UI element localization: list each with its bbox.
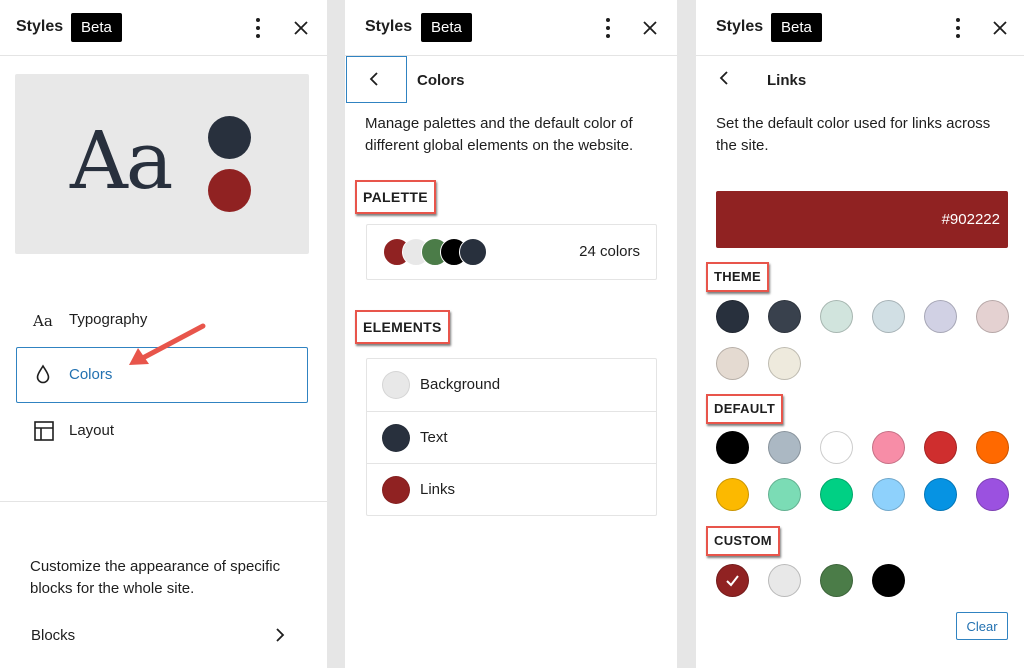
default-heading: DEFAULT [706,394,784,424]
layout-icon [32,419,56,443]
color-swatch-option[interactable] [976,300,1009,333]
back-button[interactable] [346,56,407,103]
links-description: Set the default color used for links acr… [716,115,991,154]
color-swatch-option[interactable] [872,478,905,511]
beta-badge: Beta [71,13,122,42]
color-swatch-option[interactable] [924,478,957,511]
close-icon[interactable] [639,17,661,39]
blocks-description: Customize the appearance of specific blo… [30,558,281,597]
svg-text:Aa: Aa [32,312,53,330]
nav-item-typography[interactable]: Aa Typography [16,292,308,348]
color-swatch-option[interactable] [716,347,749,380]
color-swatch [382,424,410,452]
preview-color-dot [208,116,251,159]
styles-panel-colors: Styles Beta Colors Manage palettes and t… [345,0,677,668]
panel-header: Styles Beta [696,0,1024,56]
typography-icon: Aa [32,308,56,332]
color-swatch-option[interactable] [872,564,905,597]
color-swatch [382,476,410,504]
colors-description: Manage palettes and the default color of… [365,115,634,154]
blocks-nav-item[interactable]: Blocks [16,618,306,654]
color-swatch-option[interactable] [872,300,905,333]
color-swatch-option[interactable] [768,478,801,511]
color-swatch-option[interactable] [872,431,905,464]
current-color-hex: #902222 [941,211,1000,228]
chevron-right-icon [272,626,288,644]
color-swatch-option[interactable] [716,431,749,464]
element-item-background[interactable]: Background [367,359,656,411]
palette-swatch [459,238,487,266]
checkmark-icon [726,575,739,587]
nav-item-label: Colors [69,366,113,383]
beta-badge: Beta [771,13,822,42]
more-options-icon[interactable] [953,16,963,40]
color-swatch-option[interactable] [820,478,853,511]
palette-count: 24 colors [579,243,640,260]
color-swatch-option[interactable] [820,564,853,597]
color-swatch [382,371,410,399]
styles-panel-links: Styles Beta Links Set the default color … [696,0,1024,668]
chevron-left-icon [719,71,728,85]
droplet-icon [31,362,55,386]
preview-color-dot [208,169,251,212]
chevron-left-icon [369,72,378,86]
preview-typography-sample: Aa [70,114,173,207]
color-swatch-option[interactable] [716,300,749,333]
color-swatch-option[interactable] [716,564,749,597]
section-title: Colors [417,72,465,89]
nav-item-colors[interactable]: Colors [16,347,308,403]
element-label: Text [420,429,448,446]
color-swatch-option[interactable] [976,431,1009,464]
elements-list: Background Text Links [366,358,657,516]
beta-badge: Beta [421,13,472,42]
section-title: Links [767,72,807,89]
nav-item-label: Typography [69,311,148,328]
color-swatch-option[interactable] [976,478,1009,511]
element-label: Background [420,376,501,393]
nav-item-layout[interactable]: Layout [16,403,308,459]
color-swatch-option[interactable] [768,347,801,380]
styles-panel-main: Styles Beta Aa Aa Typography Colors Layo… [0,0,327,668]
color-swatch-option[interactable] [716,478,749,511]
divider [0,501,327,502]
color-swatch-option[interactable] [768,431,801,464]
color-swatch-option[interactable] [768,300,801,333]
element-label: Links [420,481,456,498]
element-item-text[interactable]: Text [367,411,656,463]
back-button[interactable] [697,56,758,103]
close-icon[interactable] [989,17,1011,39]
clear-button[interactable]: Clear [956,612,1008,640]
palette-box: 24 colors [366,224,657,280]
panel-title: Styles [16,18,64,35]
panel-header: Styles Beta [345,0,677,56]
close-icon[interactable] [290,17,312,39]
panel-title: Styles [716,18,764,35]
color-swatch-option[interactable] [820,300,853,333]
panel-title: Styles [365,18,413,35]
style-preview[interactable]: Aa [15,74,309,254]
color-swatch-option[interactable] [768,564,801,597]
custom-heading: CUSTOM [706,526,780,556]
theme-heading: THEME [706,262,769,292]
color-swatch-option[interactable] [924,300,957,333]
more-options-icon[interactable] [603,16,613,40]
palette-heading: PALETTE [355,180,436,214]
elements-heading: ELEMENTS [355,310,450,344]
element-item-links[interactable]: Links [367,463,656,515]
current-color-indicator[interactable]: #902222 [716,191,1008,248]
color-swatch-option[interactable] [924,431,957,464]
palette-button[interactable]: 24 colors [367,225,656,279]
color-swatch-option[interactable] [820,431,853,464]
panel-header: Styles Beta [0,0,327,56]
blocks-label: Blocks [31,627,76,644]
nav-item-label: Layout [69,422,115,439]
more-options-icon[interactable] [253,16,263,40]
